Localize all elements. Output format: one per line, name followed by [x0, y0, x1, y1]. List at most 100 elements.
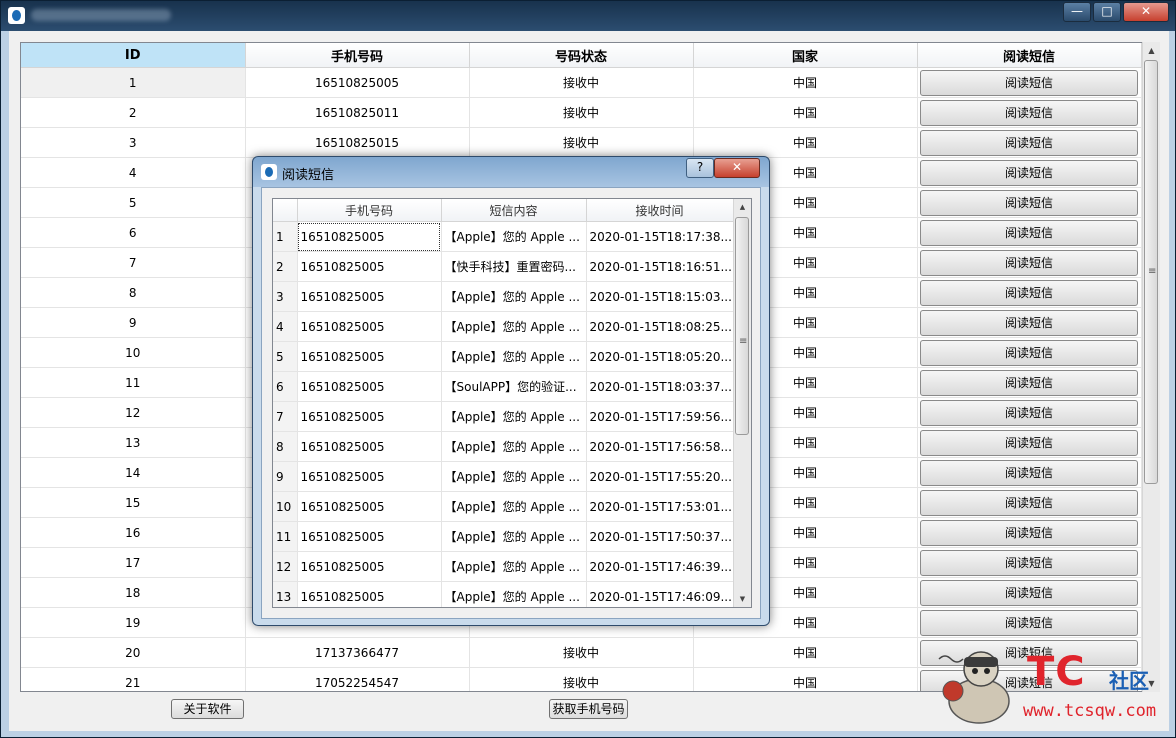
read-sms-button[interactable]: 阅读短信	[920, 459, 1138, 486]
cell-id: 9	[21, 307, 246, 338]
sms-row[interactable]: 6 16510825005 【SoulAPP】您的验证... 2020-01-15T1…	[273, 371, 734, 402]
maximize-button[interactable]: □	[1093, 2, 1121, 22]
read-sms-button[interactable]: 阅读短信	[920, 489, 1138, 516]
table-row[interactable]: 3 16510825015 接收中 中国 阅读短信	[21, 127, 1142, 158]
cell-action: 阅读短信	[917, 397, 1142, 428]
sms-cell-n: 8	[273, 431, 298, 462]
cell-id: 14	[21, 457, 246, 488]
sms-scrollbar[interactable]: ▲ ≡ ▼	[733, 199, 751, 607]
sms-cell-time: 2020-01-15T18:15:03....	[586, 281, 734, 312]
table-row[interactable]: 1 16510825005 接收中 中国 阅读短信	[21, 67, 1142, 98]
read-sms-button[interactable]: 阅读短信	[920, 369, 1138, 396]
column-header[interactable]: 阅读短信	[917, 43, 1142, 68]
sms-cell-phone: 16510825005	[297, 551, 442, 582]
sms-table[interactable]: 手机号码 短信内容 接收时间 1 16510825005 【Apple】您的 Apple…	[272, 198, 752, 608]
cell-id: 7	[21, 247, 246, 278]
read-sms-button[interactable]: 阅读短信	[920, 309, 1138, 336]
sms-row[interactable]: 13 16510825005 【Apple】您的 Apple ... 2020-01-…	[273, 581, 734, 607]
sms-cell-time: 2020-01-15T17:46:09....	[586, 581, 734, 607]
dialog-close-button[interactable]: ✕	[714, 158, 760, 178]
title-bar: — □ ✕	[1, 1, 1175, 31]
sms-cell-time: 2020-01-15T18:03:37....	[586, 371, 734, 402]
cell-status: 接收中	[469, 97, 694, 128]
corner-header	[273, 199, 298, 222]
sms-cell-phone: 16510825005	[297, 311, 442, 342]
column-header[interactable]: 号码状态	[469, 43, 694, 68]
sms-cell-content: 【Apple】您的 Apple ...	[441, 491, 587, 522]
sms-row[interactable]: 1 16510825005 【Apple】您的 Apple ... 2020-01-1…	[273, 221, 734, 252]
sms-column-header[interactable]: 接收时间	[586, 199, 734, 222]
table-row[interactable]: 2 16510825011 接收中 中国 阅读短信	[21, 97, 1142, 128]
sms-cell-time: 2020-01-15T17:55:20....	[586, 461, 734, 492]
cell-action: 阅读短信	[917, 307, 1142, 338]
cell-action: 阅读短信	[917, 577, 1142, 608]
column-header[interactable]: 手机号码	[245, 43, 470, 68]
sms-row[interactable]: 4 16510825005 【Apple】您的 Apple ... 2020-01-1…	[273, 311, 734, 342]
sms-cell-n: 2	[273, 251, 298, 282]
sms-row[interactable]: 9 16510825005 【Apple】您的 Apple ... 2020-01-1…	[273, 461, 734, 492]
sms-cell-content: 【Apple】您的 Apple ...	[441, 311, 587, 342]
cell-country: 中国	[693, 67, 918, 98]
sms-cell-phone: 16510825005	[297, 521, 442, 552]
read-sms-button[interactable]: 阅读短信	[920, 579, 1138, 606]
sms-cell-phone: 16510825005	[297, 371, 442, 402]
sms-cell-time: 2020-01-15T17:50:37....	[586, 521, 734, 552]
sms-row[interactable]: 2 16510825005 【快手科技】重置密码... 2020-01-15T18:1…	[273, 251, 734, 282]
column-header[interactable]: ID	[21, 43, 246, 68]
read-sms-button[interactable]: 阅读短信	[920, 549, 1138, 576]
read-sms-button[interactable]: 阅读短信	[920, 339, 1138, 366]
sms-cell-phone: 16510825005	[297, 581, 442, 607]
sms-row[interactable]: 7 16510825005 【Apple】您的 Apple ... 2020-01-1…	[273, 401, 734, 432]
dialog-app-icon	[261, 164, 277, 180]
read-sms-button[interactable]: 阅读短信	[920, 69, 1138, 96]
about-software-button[interactable]: 关于软件	[171, 699, 244, 719]
sms-cell-n: 6	[273, 371, 298, 402]
read-sms-button[interactable]: 阅读短信	[920, 99, 1138, 126]
read-sms-button[interactable]: 阅读短信	[920, 429, 1138, 456]
watermark-url: www.tcsqw.com	[1023, 701, 1157, 721]
cell-id: 6	[21, 217, 246, 248]
minimize-button[interactable]: —	[1063, 2, 1091, 22]
read-sms-button[interactable]: 阅读短信	[920, 159, 1138, 186]
mascot-icon	[938, 651, 1010, 724]
cell-id: 13	[21, 427, 246, 458]
read-sms-button[interactable]: 阅读短信	[920, 609, 1138, 636]
cell-action: 阅读短信	[917, 457, 1142, 488]
scroll-thumb[interactable]: ≡	[1144, 60, 1158, 484]
sms-cell-n: 11	[273, 521, 298, 552]
scroll-up-arrow-icon[interactable]: ▲	[1143, 42, 1160, 59]
sms-row[interactable]: 5 16510825005 【Apple】您的 Apple ... 2020-01-1…	[273, 341, 734, 372]
read-sms-button[interactable]: 阅读短信	[920, 129, 1138, 156]
sms-scroll-thumb[interactable]: ≡	[735, 217, 749, 435]
sms-row[interactable]: 8 16510825005 【Apple】您的 Apple ... 2020-01-1…	[273, 431, 734, 462]
read-sms-dialog: 阅读短信 ? ✕ 手机号码 短信内容 接收时间 1 16510825005 【Apple…	[252, 156, 770, 626]
sms-scroll-up-icon[interactable]: ▲	[734, 199, 751, 215]
read-sms-button[interactable]: 阅读短信	[920, 219, 1138, 246]
sms-column-header[interactable]: 手机号码	[297, 199, 442, 222]
sms-row[interactable]: 11 16510825005 【Apple】您的 Apple ... 2020-01-…	[273, 521, 734, 552]
read-sms-button[interactable]: 阅读短信	[920, 249, 1138, 276]
read-sms-button[interactable]: 阅读短信	[920, 399, 1138, 426]
help-button[interactable]: ?	[686, 158, 714, 178]
sms-cell-n: 3	[273, 281, 298, 312]
cell-status: 接收中	[469, 127, 694, 158]
read-sms-button[interactable]: 阅读短信	[920, 519, 1138, 546]
sms-column-header[interactable]: 短信内容	[441, 199, 587, 222]
cell-id: 2	[21, 97, 246, 128]
sms-cell-phone: 16510825005	[297, 461, 442, 492]
sms-row[interactable]: 10 16510825005 【Apple】您的 Apple ... 2020-01-…	[273, 491, 734, 522]
column-header[interactable]: 国家	[693, 43, 918, 68]
table-scrollbar[interactable]: ▲ ≡ ▼	[1142, 42, 1160, 692]
close-button[interactable]: ✕	[1123, 2, 1169, 22]
cell-id: 17	[21, 547, 246, 578]
sms-row[interactable]: 3 16510825005 【Apple】您的 Apple ... 2020-01-1…	[273, 281, 734, 312]
sms-cell-n: 5	[273, 341, 298, 372]
sms-cell-time: 2020-01-15T17:46:39....	[586, 551, 734, 582]
cell-action: 阅读短信	[917, 277, 1142, 308]
read-sms-button[interactable]: 阅读短信	[920, 189, 1138, 216]
sms-scroll-down-icon[interactable]: ▼	[734, 591, 751, 607]
cell-id: 16	[21, 517, 246, 548]
get-phone-number-button[interactable]: 获取手机号码	[549, 699, 628, 719]
read-sms-button[interactable]: 阅读短信	[920, 279, 1138, 306]
sms-row[interactable]: 12 16510825005 【Apple】您的 Apple ... 2020-01-…	[273, 551, 734, 582]
